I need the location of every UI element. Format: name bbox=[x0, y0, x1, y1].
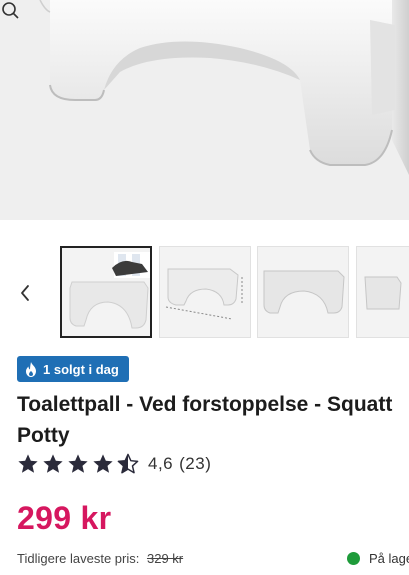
star-full-icon bbox=[93, 454, 113, 473]
product-title: Toalettpall - Ved forstoppelse - Squatt … bbox=[17, 389, 409, 451]
carousel-prev-button[interactable] bbox=[14, 281, 36, 305]
product-title-line-1: Toalettpall - Ved forstoppelse - Squatt bbox=[17, 393, 393, 416]
star-full-icon bbox=[43, 454, 63, 473]
thumbnail-1[interactable] bbox=[60, 246, 152, 338]
previous-price-label: Tidligere laveste pris: bbox=[17, 551, 140, 566]
star-half-icon bbox=[117, 453, 139, 474]
thumbnail-image bbox=[165, 268, 243, 320]
zoom-icon[interactable] bbox=[0, 0, 20, 20]
rating-count: (23) bbox=[179, 454, 212, 473]
sold-today-badge: 1 solgt i dag bbox=[17, 356, 129, 382]
product-rating[interactable]: 4,6 (23) bbox=[17, 452, 211, 476]
product-price: 299 kr bbox=[17, 500, 112, 536]
rating-value: 4,6 bbox=[148, 454, 174, 473]
in-stock-dot-icon bbox=[347, 552, 360, 565]
previous-price-value: 329 kr bbox=[146, 551, 184, 566]
badge-label: 1 solgt i dag bbox=[43, 361, 119, 377]
thumbnail-4[interactable] bbox=[356, 246, 409, 338]
stool-image bbox=[39, 0, 409, 175]
previous-lowest-price: Tidligere laveste pris: 329 kr bbox=[17, 551, 183, 566]
stock-status: På lage bbox=[347, 551, 409, 566]
thumbnail-image bbox=[364, 276, 402, 310]
stock-label: På lage bbox=[369, 551, 409, 566]
thumbnail-image bbox=[263, 270, 345, 314]
product-title-line-2: Potty bbox=[17, 424, 70, 447]
thumbnail-2[interactable] bbox=[159, 246, 251, 338]
thumbnail-image bbox=[69, 252, 150, 329]
chevron-left-icon bbox=[21, 285, 29, 301]
product-main-image[interactable] bbox=[0, 0, 409, 220]
flame-icon bbox=[26, 361, 36, 377]
star-full-icon bbox=[68, 454, 88, 473]
star-full-icon bbox=[18, 454, 38, 473]
thumbnail-3[interactable] bbox=[257, 246, 349, 338]
